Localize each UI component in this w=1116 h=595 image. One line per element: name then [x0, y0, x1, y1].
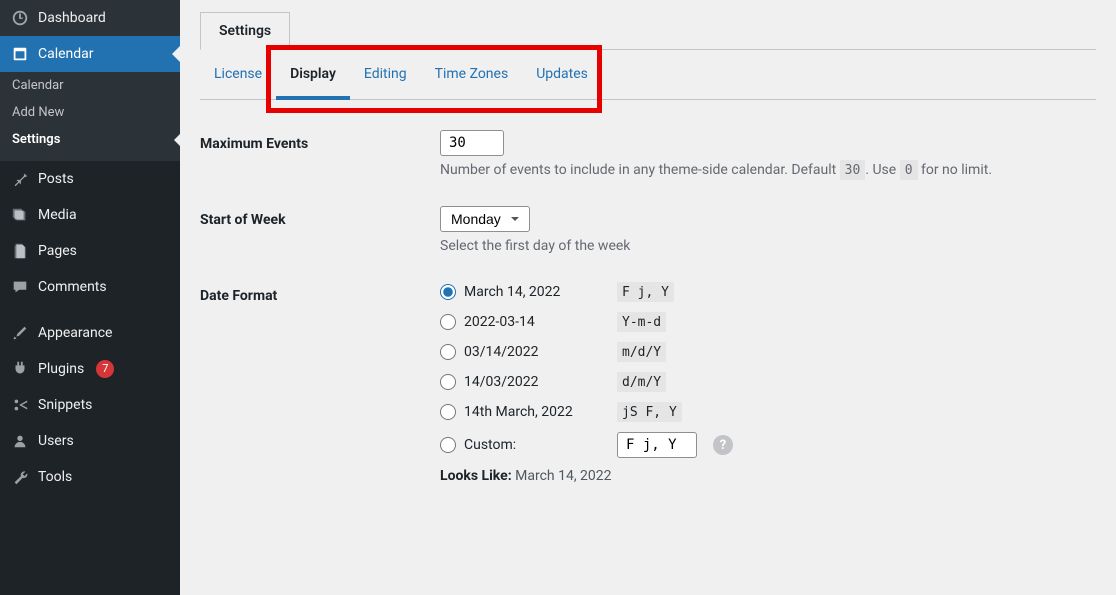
sidebar-item-label: Pages	[38, 243, 77, 259]
sidebar-item-label: Appearance	[38, 325, 112, 341]
tab-settings[interactable]: Settings	[200, 12, 290, 50]
radio-input[interactable]	[440, 404, 456, 420]
sidebar-item-label: Posts	[38, 171, 74, 187]
help-start-of-week: Select the first day of the week	[440, 238, 1096, 254]
radio-display: 2022-03-14	[464, 314, 609, 330]
row-maximum-events: Maximum Events Number of events to inclu…	[200, 130, 1096, 178]
radio-display: March 14, 2022	[464, 284, 609, 300]
radio-input[interactable]	[440, 437, 456, 453]
sidebar-item-dashboard[interactable]: Dashboard	[0, 0, 180, 36]
radio-input[interactable]	[440, 374, 456, 390]
wrench-icon	[10, 467, 30, 487]
subtab-timezones[interactable]: Time Zones	[421, 50, 523, 100]
calendar-icon	[10, 44, 30, 64]
media-icon	[10, 205, 30, 225]
date-format-preview: Looks Like: March 14, 2022	[440, 468, 1096, 484]
radio-code: F j, Y	[617, 282, 674, 302]
radio-code: Y-m-d	[617, 312, 666, 332]
submenu-item-calendar[interactable]: Calendar	[0, 72, 180, 99]
brush-icon	[10, 323, 30, 343]
radio-date-option-3[interactable]: 14/03/2022 d/m/Y	[440, 372, 1096, 392]
radio-custom-label: Custom:	[464, 437, 609, 453]
subtab-editing[interactable]: Editing	[350, 50, 421, 100]
radio-input[interactable]	[440, 284, 456, 300]
plug-icon	[10, 359, 30, 379]
label-maximum-events: Maximum Events	[200, 130, 440, 152]
subtab-license[interactable]: License	[200, 50, 276, 100]
pin-icon	[10, 169, 30, 189]
user-icon	[10, 431, 30, 451]
sidebar-item-plugins[interactable]: Plugins 7	[0, 351, 180, 387]
dashboard-icon	[10, 8, 30, 28]
sidebar-item-posts[interactable]: Posts	[0, 161, 180, 197]
settings-form: Maximum Events Number of events to inclu…	[200, 100, 1096, 484]
radio-date-option-0[interactable]: March 14, 2022 F j, Y	[440, 282, 1096, 302]
secondary-tabs: License Display Editing Time Zones Updat…	[200, 50, 1096, 100]
sidebar-submenu: Calendar Add New Settings	[0, 72, 180, 161]
radio-code: jS F, Y	[617, 402, 682, 422]
subtab-updates[interactable]: Updates	[522, 50, 602, 100]
primary-tabs: Settings	[200, 12, 1096, 50]
radio-input[interactable]	[440, 314, 456, 330]
sidebar-item-calendar[interactable]: Calendar	[0, 36, 180, 72]
select-start-of-week[interactable]: Monday	[440, 206, 530, 232]
radio-display: 03/14/2022	[464, 344, 609, 360]
radio-code: d/m/Y	[617, 372, 666, 392]
sidebar-item-label: Dashboard	[38, 10, 106, 26]
input-maximum-events[interactable]	[440, 130, 504, 156]
subtab-display[interactable]: Display	[276, 50, 350, 100]
radio-display: 14/03/2022	[464, 374, 609, 390]
sidebar-item-label: Calendar	[38, 46, 94, 62]
help-icon[interactable]: ?	[713, 435, 733, 455]
sidebar-item-label: Tools	[38, 469, 72, 485]
label-start-of-week: Start of Week	[200, 206, 440, 228]
sidebar-item-label: Snippets	[38, 397, 92, 413]
label-date-format: Date Format	[200, 282, 440, 304]
radio-code: m/d/Y	[617, 342, 666, 362]
sidebar-item-users[interactable]: Users	[0, 423, 180, 459]
admin-sidebar: Dashboard Calendar Calendar Add New Sett…	[0, 0, 180, 595]
row-date-format: Date Format March 14, 2022 F j, Y 2022-0…	[200, 282, 1096, 484]
sidebar-item-label: Comments	[38, 279, 107, 295]
sidebar-item-comments[interactable]: Comments	[0, 269, 180, 305]
radio-display: 14th March, 2022	[464, 404, 609, 420]
main-content: Settings License Display Editing Time Zo…	[180, 0, 1116, 595]
sidebar-item-media[interactable]: Media	[0, 197, 180, 233]
sidebar-item-pages[interactable]: Pages	[0, 233, 180, 269]
sidebar-item-snippets[interactable]: Snippets	[0, 387, 180, 423]
input-custom-date-format[interactable]	[617, 432, 697, 458]
scissors-icon	[10, 395, 30, 415]
pages-icon	[10, 241, 30, 261]
submenu-item-settings[interactable]: Settings	[0, 126, 180, 153]
help-maximum-events: Number of events to include in any theme…	[440, 162, 1096, 178]
sidebar-item-appearance[interactable]: Appearance	[0, 315, 180, 351]
comment-icon	[10, 277, 30, 297]
submenu-item-add-new[interactable]: Add New	[0, 99, 180, 126]
radio-date-option-2[interactable]: 03/14/2022 m/d/Y	[440, 342, 1096, 362]
radio-date-option-4[interactable]: 14th March, 2022 jS F, Y	[440, 402, 1096, 422]
sidebar-item-tools[interactable]: Tools	[0, 459, 180, 495]
radio-date-option-1[interactable]: 2022-03-14 Y-m-d	[440, 312, 1096, 332]
update-badge: 7	[96, 360, 114, 378]
radio-input[interactable]	[440, 344, 456, 360]
radio-date-option-custom[interactable]: Custom: ?	[440, 432, 1096, 458]
row-start-of-week: Start of Week Monday Select the first da…	[200, 206, 1096, 254]
sidebar-item-label: Media	[38, 207, 77, 223]
sidebar-item-label: Users	[38, 433, 74, 449]
sidebar-item-label: Plugins	[38, 361, 84, 377]
